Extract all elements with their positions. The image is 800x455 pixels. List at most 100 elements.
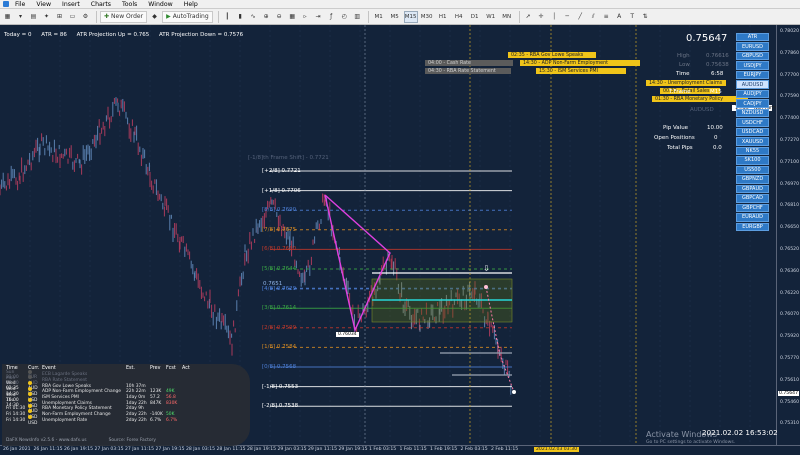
zoom-out-icon[interactable]: ⊖	[274, 11, 285, 23]
vertical-line-icon[interactable]: │	[549, 11, 560, 23]
symbol-button-gbpcad[interactable]: GBPCAD	[736, 194, 769, 203]
calendar-row[interactable]: Fri 14:30 USD Unemployment Rate 2day 22h 6.7…	[6, 415, 246, 426]
symbol-button-usdjpy[interactable]: USDJPY	[736, 61, 769, 70]
news-event-bar[interactable]: 14:30 - Unemployment Claims	[646, 80, 726, 86]
horizontal-line-icon[interactable]: ─	[562, 11, 573, 23]
chart-shift-icon[interactable]: ⇥	[313, 11, 324, 23]
calendar-cell-event-text: ECB Lagarde Speaks	[42, 372, 88, 378]
symbol-button-gbpusd[interactable]: GBPUSD	[736, 51, 769, 61]
symbol-button-gbpaud[interactable]: GBPAUD	[736, 184, 769, 194]
profiles-icon[interactable]: ▾	[15, 11, 26, 23]
symbol-button-euraud[interactable]: EURAUD	[736, 213, 769, 222]
navigator-icon[interactable]: ✦	[41, 11, 52, 23]
symbol-button-audjpy[interactable]: AUDJPY	[736, 89, 769, 99]
templates-icon[interactable]: ▥	[352, 11, 363, 23]
symbol-button-audusd[interactable]: AUDUSD	[736, 80, 769, 89]
arrows-icon[interactable]: ⇅	[640, 11, 651, 23]
time-axis-label: 26 Jan 19:15	[64, 447, 94, 452]
periods-icon[interactable]: ◴	[339, 11, 350, 23]
impact-dot-icon	[28, 386, 32, 391]
symbol-button-usdchf[interactable]: USDCHF	[736, 118, 769, 127]
symbol-button-nk55[interactable]: NK55	[736, 146, 769, 156]
open-positions-value: 0	[714, 135, 718, 141]
symbol-button-eurjpy[interactable]: EURJPY	[736, 70, 769, 80]
new-order-button[interactable]: ✚ New Order	[100, 10, 148, 23]
tile-icon[interactable]: ▦	[287, 11, 298, 23]
bar-chart-icon[interactable]: ┃	[222, 11, 233, 23]
timeframe-h1[interactable]: H1	[436, 11, 450, 23]
calendar-cell-event: RBA Rate Statement	[42, 378, 126, 383]
timeframe-m30[interactable]: M30	[420, 11, 434, 23]
indicators-icon[interactable]: ƒ	[326, 11, 337, 23]
symbol-button-usdcad[interactable]: USDCAD	[736, 127, 769, 137]
news-event-bar[interactable]: 01:30 - RBA Monetary Policy	[652, 96, 748, 102]
calendar-cell-est: 2day 9h	[126, 406, 150, 411]
calendar-cell-event-text: Unemployment Rate	[42, 417, 88, 423]
timeframe-m1[interactable]: M1	[372, 11, 386, 23]
timeframe-h4[interactable]: H4	[452, 11, 466, 23]
calendar-header-fcst: Fcst	[166, 366, 176, 371]
tester-icon[interactable]: ⚙	[80, 11, 91, 23]
metaeditor-icon[interactable]: ◆	[149, 11, 160, 23]
symbol-button-sk100[interactable]: SK100	[736, 156, 769, 165]
news-event-bar[interactable]: 02:35 - RBA Gov Lowe Speaks	[508, 52, 596, 58]
symbol-button-us500[interactable]: US500	[736, 165, 769, 175]
calendar-cell-event: RBA Gov Lowe Speaks	[42, 384, 126, 389]
label-icon[interactable]: T	[627, 11, 638, 23]
current-price-marker: 0.75647	[778, 391, 799, 396]
timeframe-m5[interactable]: M5	[388, 11, 402, 23]
symbol-button-gbpchf[interactable]: GBPCHF	[736, 203, 769, 213]
atr-projection-up: ATR Projection Up = 0.765	[76, 32, 150, 38]
market-watch-icon[interactable]: ▤	[28, 11, 39, 23]
time-axis-label: 2 Feb 03:15	[460, 447, 488, 452]
down-arrow-icon: ⇩	[483, 264, 490, 273]
timeframe-m15[interactable]: M15	[403, 10, 418, 23]
menu-tools[interactable]: Tools	[122, 1, 137, 8]
terminal-icon[interactable]: ▭	[67, 11, 78, 23]
symbol-button-atr[interactable]: ATR	[736, 33, 769, 42]
zoom-in-icon[interactable]: ⊕	[261, 11, 272, 23]
news-event-bar[interactable]: 04:30 - RBA Rate Statement	[425, 68, 511, 74]
new-chart-icon[interactable]: ▦	[2, 11, 13, 23]
timeframe-mn[interactable]: MN	[500, 11, 514, 23]
channel-icon[interactable]: ⫽	[588, 11, 599, 23]
murrey-level-label: [6/8] 0.7660	[262, 246, 297, 253]
text-icon[interactable]: A	[614, 11, 625, 23]
menu-view[interactable]: View	[36, 1, 51, 8]
tframe-label: T.Frame	[669, 89, 691, 95]
symbol-button-nzdusd[interactable]: NZDUSD	[736, 108, 769, 118]
projection-point	[484, 285, 488, 289]
timeframe-d1[interactable]: D1	[468, 11, 482, 23]
candlestick-icon[interactable]: ▮	[235, 11, 246, 23]
calendar-cell-time-text: Fri 01:30	[6, 406, 26, 412]
timeframe-w1[interactable]: W1	[484, 11, 498, 23]
menu-insert[interactable]: Insert	[62, 1, 80, 8]
symbol-button-eurgbp[interactable]: EURGBP	[736, 222, 769, 232]
autoscroll-icon[interactable]: ▹	[300, 11, 311, 23]
data-window-icon[interactable]: ⊞	[54, 11, 65, 23]
calendar-cell-time: Fri 01:30	[6, 406, 28, 411]
menu-window[interactable]: Window	[148, 1, 172, 8]
price-axis[interactable]: 0.78020 0.77860 0.77700 0.77590 0.77400 0.772…	[776, 25, 800, 445]
cursor-icon[interactable]: ➚	[523, 11, 534, 23]
symbol-button-cadjpy[interactable]: CADJPY	[736, 99, 769, 108]
symbol-button-eurusd[interactable]: EURUSD	[736, 42, 769, 51]
menu-help[interactable]: Help	[184, 1, 198, 8]
calendar-cell-est-text: 22h 22m	[126, 389, 146, 395]
time-axis[interactable]: 26 Jan 2021 26 Jan 11:15 26 Jan 19:15 27 Ja…	[0, 445, 800, 455]
toolbar: ▦ ▾ ▤ ✦ ⊞ ▭ ⚙ ✚ New Order ◆ ▶ AutoTrading …	[0, 9, 800, 25]
menu-charts[interactable]: Charts	[91, 1, 111, 8]
calendar-cell-fcst: 56.8	[166, 395, 182, 400]
line-chart-icon[interactable]: ∿	[248, 11, 259, 23]
trendline-icon[interactable]: ╱	[575, 11, 586, 23]
open-positions-label: Open Positions	[654, 135, 695, 141]
symbol-button-xauusd[interactable]: XAUUSD	[736, 137, 769, 146]
autotrading-button[interactable]: ▶ AutoTrading	[162, 10, 213, 23]
menu-file[interactable]: File	[15, 1, 25, 8]
news-event-bar[interactable]: 04:00 - Cash Rate	[425, 60, 513, 66]
crosshair-icon[interactable]: ✛	[536, 11, 547, 23]
fibonacci-icon[interactable]: ≡	[601, 11, 612, 23]
symbol-button-gbpnzd[interactable]: GBPNZD	[736, 175, 769, 184]
news-event-bar[interactable]: 14:30 - ADP Non-Farm Employment	[520, 60, 640, 66]
news-event-bar[interactable]: 15:30 - ISM Services PMI	[536, 68, 626, 74]
